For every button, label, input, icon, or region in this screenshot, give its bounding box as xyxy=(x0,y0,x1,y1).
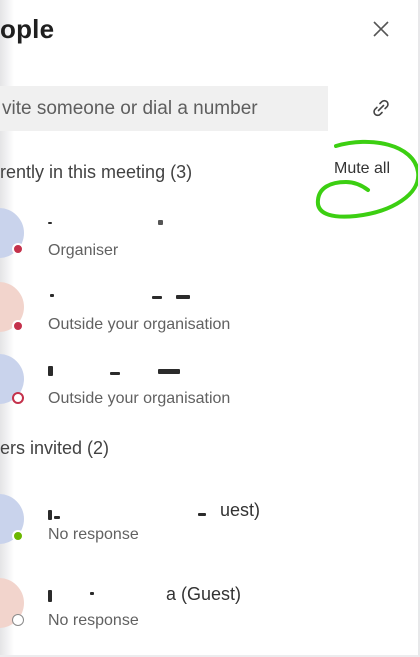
participant-status: No response xyxy=(48,526,139,543)
panel-title: ople xyxy=(0,14,55,44)
participant-status: No response xyxy=(48,612,139,629)
participant-name-redacted xyxy=(48,586,168,608)
participant-name-redacted xyxy=(48,360,198,382)
presence-unknown-icon xyxy=(12,614,24,626)
presence-offline-icon xyxy=(12,392,24,404)
participant-row[interactable]: Outside your organisation xyxy=(0,274,420,344)
participant-name-suffix: uest) xyxy=(220,500,261,520)
participant-role: Organiser xyxy=(48,242,119,259)
mute-all-button[interactable]: Mute all xyxy=(334,160,390,178)
presence-busy-icon xyxy=(12,320,24,332)
in-meeting-section-label[interactable]: rently in this meeting (3) xyxy=(0,162,192,183)
participant-name-redacted xyxy=(48,504,208,526)
presence-busy-icon xyxy=(12,243,24,255)
invited-section-label[interactable]: ers invited (2) xyxy=(0,438,109,459)
participant-row[interactable]: Outside your organisation xyxy=(0,348,420,418)
participant-role: Outside your organisation xyxy=(48,390,231,407)
invite-input[interactable]: vite someone or dial a number xyxy=(0,86,328,131)
invited-row[interactable]: a (Guest) No response xyxy=(0,574,420,644)
participant-name-redacted xyxy=(48,286,190,308)
link-icon[interactable] xyxy=(367,94,395,122)
invite-input-placeholder: vite someone or dial a number xyxy=(2,97,258,119)
presence-available-icon xyxy=(12,530,24,542)
participant-row[interactable]: Organiser xyxy=(0,200,420,270)
participant-role: Outside your organisation xyxy=(48,316,231,333)
people-panel: ople vite someone or dial a number rentl… xyxy=(0,0,420,657)
invited-row[interactable]: uest) No response xyxy=(0,490,420,560)
participant-name-redacted xyxy=(48,212,188,234)
participant-name-suffix: a (Guest) xyxy=(166,584,242,604)
close-icon[interactable] xyxy=(366,14,396,44)
